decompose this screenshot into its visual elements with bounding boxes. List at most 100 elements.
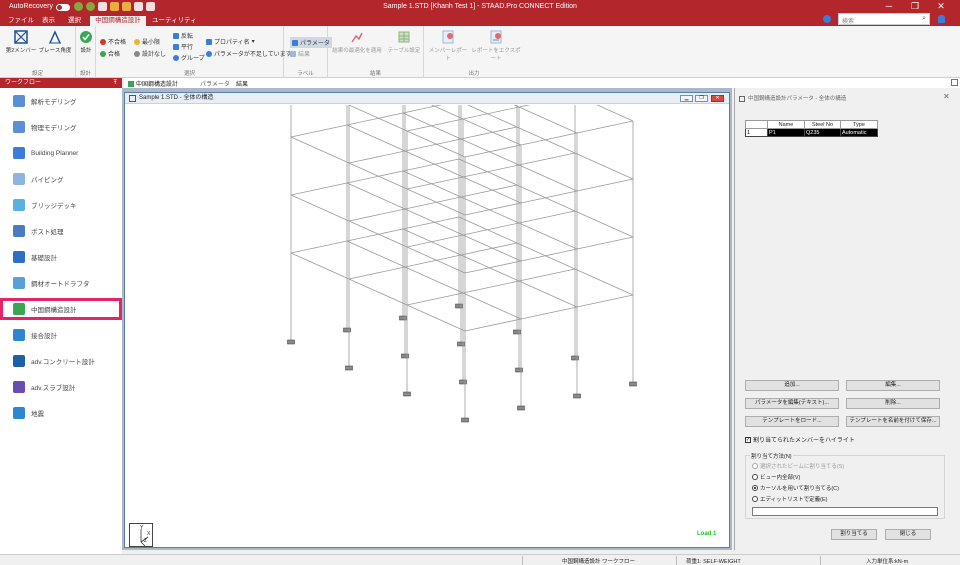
pin-icon[interactable]: Ŧ	[113, 78, 117, 88]
beam[interactable]	[462, 234, 522, 262]
beam[interactable]	[348, 105, 408, 132]
beam[interactable]	[348, 266, 406, 280]
beam[interactable]	[575, 105, 634, 122]
label-params-toggle[interactable]: パラメータ	[290, 37, 332, 48]
beam[interactable]	[406, 118, 464, 132]
beam[interactable]	[406, 304, 466, 332]
radio-view[interactable]: ビュー内全部(V)	[752, 473, 800, 481]
beam[interactable]	[402, 105, 459, 114]
beam[interactable]	[346, 170, 404, 184]
support-node[interactable]	[573, 393, 581, 399]
beam[interactable]	[406, 234, 464, 248]
close-window-button[interactable]: ✕	[930, 1, 952, 12]
support-node[interactable]	[459, 379, 467, 385]
sidebar-item[interactable]: 物理モデリング	[0, 116, 122, 138]
beam[interactable]	[404, 138, 462, 152]
highlight-members-checkbox[interactable]: ✓ 割り当てられたメンバーをハイライト	[745, 435, 855, 444]
beam[interactable]	[404, 208, 464, 236]
support-node[interactable]	[399, 315, 407, 321]
beam[interactable]	[348, 162, 408, 190]
sidebar-item[interactable]: パイピング	[0, 168, 122, 190]
beam[interactable]	[406, 188, 466, 216]
beam[interactable]	[574, 268, 634, 296]
sidebar-item[interactable]: adv.コンクリート設計	[0, 350, 122, 372]
beam[interactable]	[406, 292, 464, 306]
beam[interactable]	[518, 106, 578, 134]
beam[interactable]	[460, 184, 518, 198]
beam[interactable]	[462, 164, 520, 178]
beam[interactable]	[462, 118, 522, 146]
beam[interactable]	[520, 248, 578, 262]
search-input[interactable]: 検索 ⌕	[838, 13, 930, 25]
doctab-china-steel[interactable]: 中国鋼構造設計	[128, 79, 178, 88]
table-row[interactable]: 1 P1 Q235 Automatic	[745, 128, 878, 137]
structure-model-3d[interactable]	[125, 105, 729, 548]
edit-button[interactable]: 編集...	[846, 380, 940, 391]
support-node[interactable]	[629, 381, 637, 387]
beam[interactable]	[346, 228, 404, 242]
support-node[interactable]	[287, 339, 295, 345]
beam[interactable]	[404, 150, 464, 178]
beam[interactable]	[404, 254, 462, 268]
beam[interactable]	[406, 246, 466, 274]
beam[interactable]	[346, 182, 406, 210]
help-icon[interactable]	[823, 15, 831, 23]
panel-toggle-icon[interactable]	[951, 79, 958, 86]
select-fail[interactable]: 不合格	[100, 37, 126, 46]
beam[interactable]	[402, 216, 460, 230]
support-node[interactable]	[455, 303, 463, 309]
select-property-name[interactable]: プロパティ名 ▾	[206, 37, 255, 46]
beam[interactable]	[346, 240, 406, 268]
beam[interactable]	[402, 158, 460, 172]
sidebar-item[interactable]: 基礎設計	[0, 246, 122, 268]
beam[interactable]	[290, 252, 350, 280]
tab-file[interactable]: ファイル	[6, 16, 36, 26]
beam[interactable]	[406, 176, 464, 190]
edit-list-input[interactable]	[752, 507, 938, 516]
load-template-button[interactable]: テンプレートをロード...	[745, 416, 839, 427]
beam[interactable]	[348, 278, 408, 306]
support-node[interactable]	[401, 353, 409, 359]
beam[interactable]	[518, 152, 576, 166]
beam[interactable]	[459, 105, 518, 128]
select-param-missing[interactable]: パラメータが不足しています	[206, 49, 292, 58]
beam[interactable]	[576, 236, 634, 250]
sidebar-item[interactable]: 鋼材オートドラフタ	[0, 272, 122, 294]
beam[interactable]	[404, 266, 464, 294]
design-button[interactable]: 設計	[78, 30, 94, 54]
beam[interactable]	[518, 280, 578, 308]
beam[interactable]	[462, 106, 520, 120]
tab-select[interactable]: 選択	[66, 16, 83, 26]
label-results-toggle[interactable]: 結果	[290, 49, 310, 58]
beam[interactable]	[460, 126, 518, 140]
beam[interactable]	[518, 222, 578, 250]
beam[interactable]	[464, 260, 522, 274]
view-minimize-button[interactable]: ▁	[680, 95, 693, 102]
select-minimal[interactable]: 最小限	[134, 37, 160, 46]
brace-angle-button[interactable]: ブレース角度	[38, 30, 72, 54]
select-pass[interactable]: 合格	[100, 49, 120, 58]
tab-view[interactable]: 表示	[40, 16, 57, 26]
view-close-button[interactable]: ✕	[711, 95, 724, 102]
select-group[interactable]: グループ	[173, 53, 205, 62]
doctab-results[interactable]: 結果	[236, 79, 248, 88]
export-report-button[interactable]: レポートをエクスポート	[470, 30, 522, 62]
beam[interactable]	[346, 124, 406, 152]
beam[interactable]	[464, 144, 522, 158]
support-node[interactable]	[517, 405, 525, 411]
radio-edit-list[interactable]: エディットリストで定義(E)	[752, 495, 827, 503]
sidebar-item[interactable]: ポスト処理	[0, 220, 122, 242]
sidebar-item[interactable]: 解析モデリング	[0, 90, 122, 112]
sidebar-item[interactable]: 地震	[0, 402, 122, 424]
beam[interactable]	[290, 182, 348, 196]
member-report-button[interactable]: メンバーレポート	[428, 30, 468, 62]
beam[interactable]	[520, 190, 578, 204]
delete-button[interactable]: 削除...	[846, 398, 940, 409]
beam[interactable]	[460, 242, 518, 256]
support-node[interactable]	[457, 341, 465, 347]
tab-utility[interactable]: ユーティリティ	[150, 16, 199, 26]
beam[interactable]	[290, 124, 348, 138]
beam[interactable]	[290, 136, 350, 164]
search-icon[interactable]: ⌕	[922, 15, 926, 23]
sidebar-item[interactable]: 中国鋼構造設計	[0, 298, 122, 320]
